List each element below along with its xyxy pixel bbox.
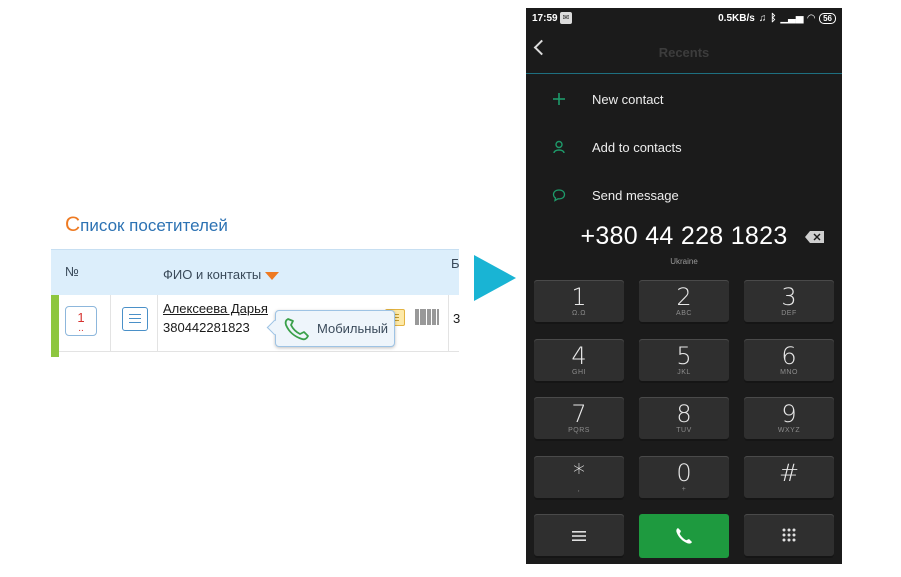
person-icon — [553, 140, 565, 154]
key-7[interactable]: 7 PQRS — [534, 397, 624, 441]
add-to-contacts-action[interactable]: Add to contacts — [526, 126, 842, 170]
key-star[interactable]: *, — [534, 456, 624, 500]
key-6[interactable]: 6 MNO — [744, 339, 834, 383]
key-5[interactable]: 5 JKL — [639, 339, 729, 383]
visitor-list-panel: Список посетителей № ФИО и контакты Б 1 … — [51, 205, 461, 357]
number-country: Ukraine — [670, 257, 698, 266]
key-3[interactable]: 3 DEF — [744, 280, 834, 324]
send-message-action[interactable]: Send message — [526, 174, 842, 218]
backspace-icon[interactable] — [805, 231, 825, 243]
call-mobile-tooltip[interactable]: Мобильный — [275, 310, 395, 347]
page-title: Список посетителей — [65, 213, 228, 236]
row-cut-value: 3 — [453, 311, 461, 326]
barcode-icon[interactable] — [415, 308, 439, 326]
screen-title: Recents — [658, 45, 710, 60]
column-header-cut: Б — [451, 256, 460, 271]
battery-icon: 56 — [819, 13, 836, 24]
menu-button[interactable] — [534, 514, 624, 558]
app-bar: Recents — [526, 28, 842, 74]
new-contact-action[interactable]: New contact — [526, 78, 842, 122]
visitor-name-link[interactable]: Алексеева Дарья — [163, 301, 268, 316]
key-9[interactable]: 9 WXYZ — [744, 397, 834, 441]
dialpad-icon — [782, 528, 796, 544]
column-divider — [448, 295, 449, 351]
table-header: № ФИО и контакты Б — [51, 249, 460, 296]
tooltip-label: Мобильный — [317, 321, 389, 336]
wifi-icon: ◠ — [807, 13, 816, 24]
status-bar: 17:59 ✉ 0.5KB/s ♫ ᛒ ▁▃▅ ◠ 56 — [526, 8, 842, 28]
keypad-toggle-button[interactable] — [744, 514, 834, 558]
headset-icon: ♫ — [758, 13, 767, 24]
table-row[interactable]: 1 .. Алексеева Дарья 380442281823 3 — [51, 295, 461, 357]
key-2[interactable]: 2 ABC — [639, 280, 729, 324]
message-icon — [552, 189, 566, 202]
notification-icon: ✉ — [560, 12, 572, 24]
bluetooth-icon: ᛒ — [770, 13, 777, 24]
column-divider — [157, 295, 158, 351]
visitor-phone[interactable]: 380442281823 — [163, 320, 250, 335]
dialed-number: +380 44 228 1823 — [580, 222, 788, 250]
menu-icon — [572, 531, 586, 541]
row-menu-icon[interactable] — [122, 307, 148, 331]
call-button[interactable] — [639, 514, 729, 558]
column-header-number: № — [65, 264, 79, 279]
key-1[interactable]: 1 Ω.Ω — [534, 280, 624, 324]
network-speed: 0.5KB/s — [718, 13, 755, 24]
row-number-badge[interactable]: 1 .. — [65, 306, 97, 336]
status-time: 17:59 — [532, 13, 558, 24]
key-4[interactable]: 4 GHI — [534, 339, 624, 383]
column-header-fio[interactable]: ФИО и контакты — [163, 267, 280, 282]
flow-arrow-icon — [474, 255, 516, 301]
phone-screen: 17:59 ✉ 0.5KB/s ♫ ᛒ ▁▃▅ ◠ 56 Recents New… — [526, 8, 842, 564]
signal-icon: ▁▃▅ — [780, 13, 804, 24]
column-divider — [110, 295, 111, 351]
call-icon — [676, 528, 692, 544]
sort-arrow-icon — [265, 271, 280, 280]
plus-icon — [553, 93, 565, 105]
key-8[interactable]: 8 TUV — [639, 397, 729, 441]
row-status-bar — [51, 295, 59, 357]
phone-icon — [284, 318, 309, 341]
key-hash[interactable]: # — [744, 456, 834, 500]
key-0[interactable]: 0 + — [639, 456, 729, 500]
